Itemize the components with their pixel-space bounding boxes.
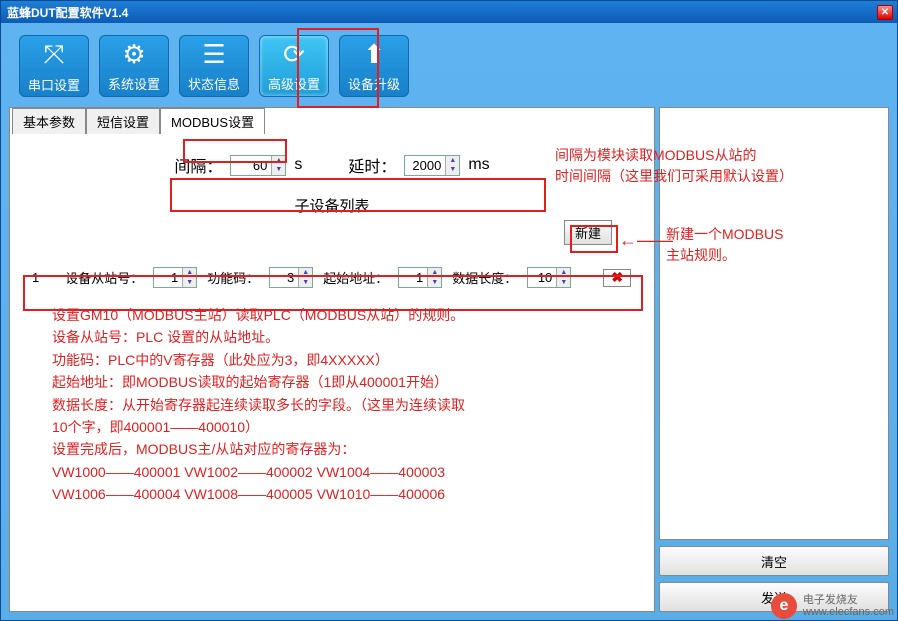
close-button[interactable]: ✕ <box>877 5 893 20</box>
help-line: 设置完成后，MODBUS主/从站对应的寄存器为： <box>52 438 612 460</box>
delay-label: 延时： <box>348 153 396 177</box>
tab-sms[interactable]: 短信设置 <box>86 108 160 134</box>
interval-spinner[interactable]: ▲▼ <box>230 155 286 176</box>
row-index: 1 <box>32 270 39 285</box>
tool-label: 状态信息 <box>188 74 240 93</box>
down-icon[interactable]: ▼ <box>557 278 570 288</box>
logo-icon: e <box>771 593 797 619</box>
delay-unit: ms <box>468 156 489 174</box>
help-line: 数据长度：从开始寄存器起连续读取多长的字段。（这里为连续读取 <box>52 394 612 416</box>
slave-label: 设备从站号： <box>65 268 143 287</box>
up-icon[interactable]: ▲ <box>446 156 459 166</box>
tool-upgrade[interactable]: ⬆ 设备升级 <box>339 35 409 97</box>
slave-spinner[interactable]: ▲▼ <box>153 267 197 288</box>
delay-input[interactable] <box>405 156 445 175</box>
slave-input[interactable] <box>154 268 182 287</box>
clear-button[interactable]: 清空 <box>659 546 889 576</box>
toolbar: ⤧ 串口设置 ⚙ 系统设置 ☰ 状态信息 ⟳ 高级设置 ⬆ 设备升级 <box>9 31 889 107</box>
up-icon[interactable]: ▲ <box>428 268 441 278</box>
addr-spinner[interactable]: ▲▼ <box>398 267 442 288</box>
tool-label: 高级设置 <box>268 74 320 93</box>
len-spinner[interactable]: ▲▼ <box>527 267 571 288</box>
interval-row: 间隔： ▲▼ s 延时： ▲▼ ms <box>22 153 642 177</box>
tool-system[interactable]: ⚙ 系统设置 <box>99 35 169 97</box>
content-area: ⤧ 串口设置 ⚙ 系统设置 ☰ 状态信息 ⟳ 高级设置 ⬆ 设备升级 <box>1 23 897 620</box>
swap-icon: ⤧ <box>44 39 65 71</box>
new-button[interactable]: 新建 <box>564 220 612 245</box>
sub-device-title: 子设备列表 <box>22 195 642 216</box>
addr-input[interactable] <box>399 268 427 287</box>
tab-basic[interactable]: 基本参数 <box>12 108 86 134</box>
title-bar: 蓝蜂DUT配置软件V1.4 ✕ <box>1 1 897 23</box>
tool-label: 系统设置 <box>108 74 160 93</box>
tool-label: 设备升级 <box>348 74 400 93</box>
upload-icon: ⬆ <box>363 39 385 70</box>
delete-button[interactable]: ✖ <box>603 269 631 287</box>
down-icon[interactable]: ▼ <box>272 165 285 175</box>
help-line: 10个字，即400001——400010） <box>52 416 612 438</box>
tool-advanced[interactable]: ⟳ 高级设置 <box>259 35 329 97</box>
down-icon[interactable]: ▼ <box>446 165 459 175</box>
interval-input[interactable] <box>231 156 271 175</box>
refresh-gear-icon: ⟳ <box>283 39 305 70</box>
up-icon[interactable]: ▲ <box>299 268 312 278</box>
down-icon[interactable]: ▼ <box>428 278 441 288</box>
help-line: 起始地址：即MODBUS读取的起始寄存器（1即从400001开始） <box>52 371 612 393</box>
log-textbox[interactable] <box>659 107 889 540</box>
right-panel: 清空 发送 <box>659 107 889 612</box>
tabs: 基本参数 短信设置 MODBUS设置 <box>12 107 654 133</box>
watermark: e 电子发烧友 www.elecfans.com <box>771 593 894 619</box>
brand-url: www.elecfans.com <box>803 606 894 618</box>
tab-modbus[interactable]: MODBUS设置 <box>160 108 265 134</box>
help-line: 功能码：PLC中的V寄存器（此处应为3，即4XXXXX） <box>52 349 612 371</box>
x-icon: ✖ <box>611 269 623 286</box>
up-icon[interactable]: ▲ <box>183 268 196 278</box>
help-line: 设置GM10（MODBUS主站）读取PLC（MODBUS从站）的规则。 <box>52 304 612 326</box>
brand-text: 电子发烧友 <box>803 594 894 606</box>
interval-unit: s <box>294 156 302 174</box>
addr-label: 起始地址： <box>323 268 388 287</box>
tool-serial[interactable]: ⤧ 串口设置 <box>19 35 89 97</box>
help-line: VW1000——400001 VW1002——400002 VW1004——40… <box>52 461 612 483</box>
len-input[interactable] <box>528 268 556 287</box>
tool-status[interactable]: ☰ 状态信息 <box>179 35 249 97</box>
tool-label: 串口设置 <box>28 75 80 94</box>
help-line: VW1006——400004 VW1008——400005 VW1010——40… <box>52 483 612 505</box>
list-icon: ☰ <box>202 39 225 70</box>
down-icon[interactable]: ▼ <box>183 278 196 288</box>
help-line: 设备从站号：PLC 设置的从站地址。 <box>52 326 612 348</box>
func-spinner[interactable]: ▲▼ <box>269 267 313 288</box>
up-icon[interactable]: ▲ <box>272 156 285 166</box>
up-icon[interactable]: ▲ <box>557 268 570 278</box>
gear-icon: ⚙ <box>122 39 145 70</box>
left-panel: 基本参数 短信设置 MODBUS设置 间隔： ▲▼ s 延时： <box>9 107 655 612</box>
func-label: 功能码： <box>207 268 259 287</box>
app-title: 蓝蜂DUT配置软件V1.4 <box>7 4 128 21</box>
tab-content: 间隔： ▲▼ s 延时： ▲▼ ms <box>10 133 654 611</box>
down-icon[interactable]: ▼ <box>299 278 312 288</box>
help-text: 设置GM10（MODBUS主站）读取PLC（MODBUS从站）的规则。 设备从站… <box>22 294 642 516</box>
interval-label: 间隔： <box>174 153 222 177</box>
func-input[interactable] <box>270 268 298 287</box>
device-row: 1 设备从站号： ▲▼ 功能码： ▲▼ 起始地址： <box>22 261 642 294</box>
len-label: 数据长度： <box>452 268 517 287</box>
delay-spinner[interactable]: ▲▼ <box>404 155 460 176</box>
